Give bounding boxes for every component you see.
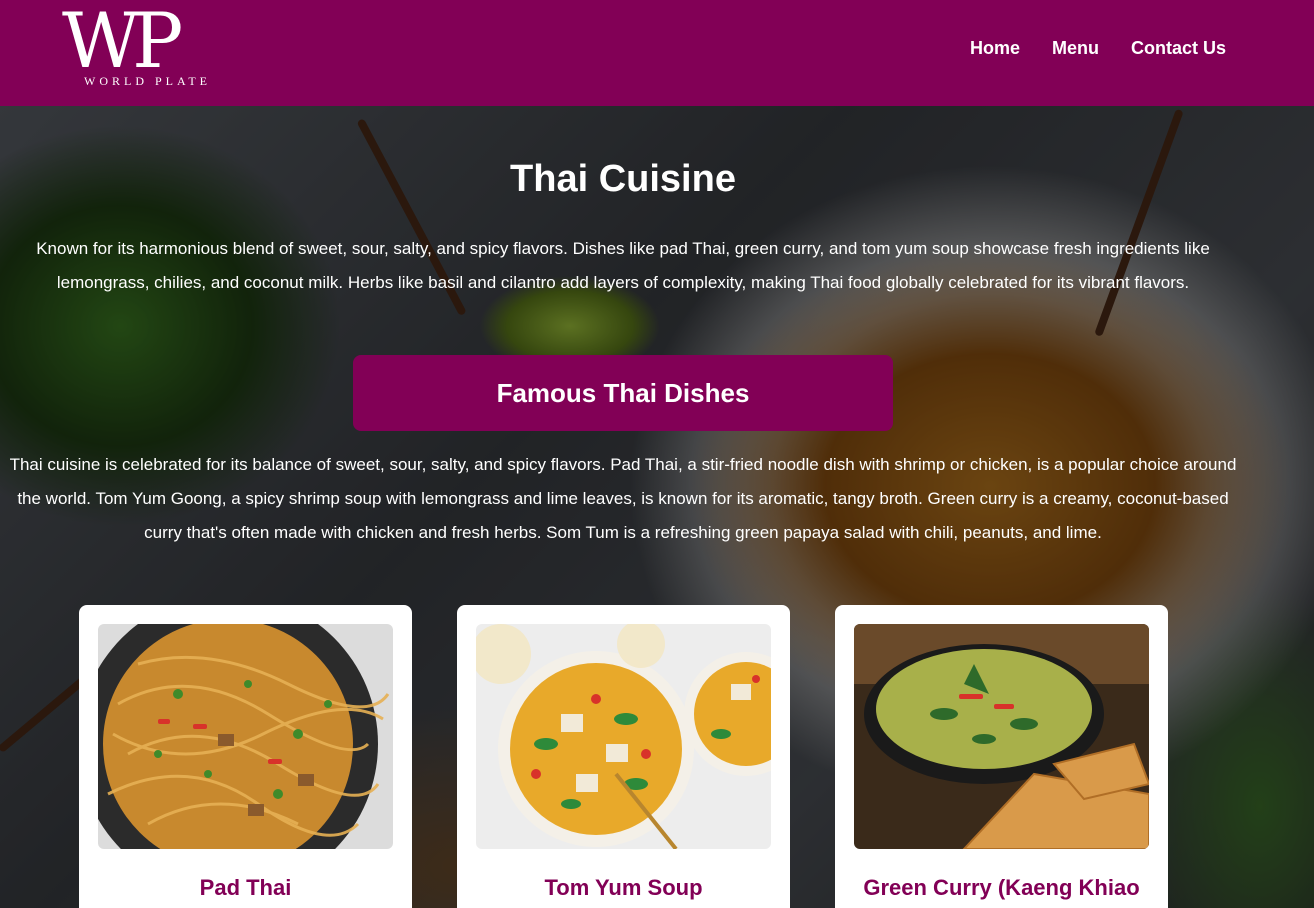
logo-subtitle: WORLD PLATE (84, 74, 211, 88)
nav-menu-link[interactable]: Menu (1052, 38, 1099, 59)
dish-card-tom-yum[interactable]: Tom Yum Soup (457, 605, 790, 908)
nav-home-link[interactable]: Home (970, 38, 1020, 59)
world-plate-logo[interactable]: WP WORLD PLATE (62, 0, 227, 90)
dish-card-title: Tom Yum Soup (544, 875, 703, 900)
section-paragraph: Thai cuisine is celebrated for its balan… (9, 455, 1237, 542)
section-heading-box: Famous Thai Dishes (353, 355, 893, 431)
site-header: WP WORLD PLATE Home Menu Contact Us (0, 0, 1314, 106)
dish-card-green-curry[interactable]: Green Curry (Kaeng Khiao Wan) (835, 605, 1168, 908)
pad-thai-image (98, 624, 393, 849)
intro-paragraph: Known for its harmonious blend of sweet,… (36, 239, 1210, 292)
dish-card-title: Green Curry (Kaeng Khiao Wan) (863, 875, 1140, 908)
main-content: Thai Cuisine Known for its harmonious bl… (0, 106, 1314, 908)
tom-yum-image (476, 624, 771, 849)
dish-card-title: Pad Thai (199, 875, 292, 900)
section-heading: Famous Thai Dishes (496, 377, 750, 408)
green-curry-image (854, 624, 1149, 849)
logo-mark: WP (62, 0, 183, 85)
nav-contact-link[interactable]: Contact Us (1131, 38, 1226, 59)
main-nav: Home Menu Contact Us (970, 38, 1226, 59)
dish-card-pad-thai[interactable]: Pad Thai (79, 605, 412, 908)
page-title: Thai Cuisine (510, 158, 736, 200)
